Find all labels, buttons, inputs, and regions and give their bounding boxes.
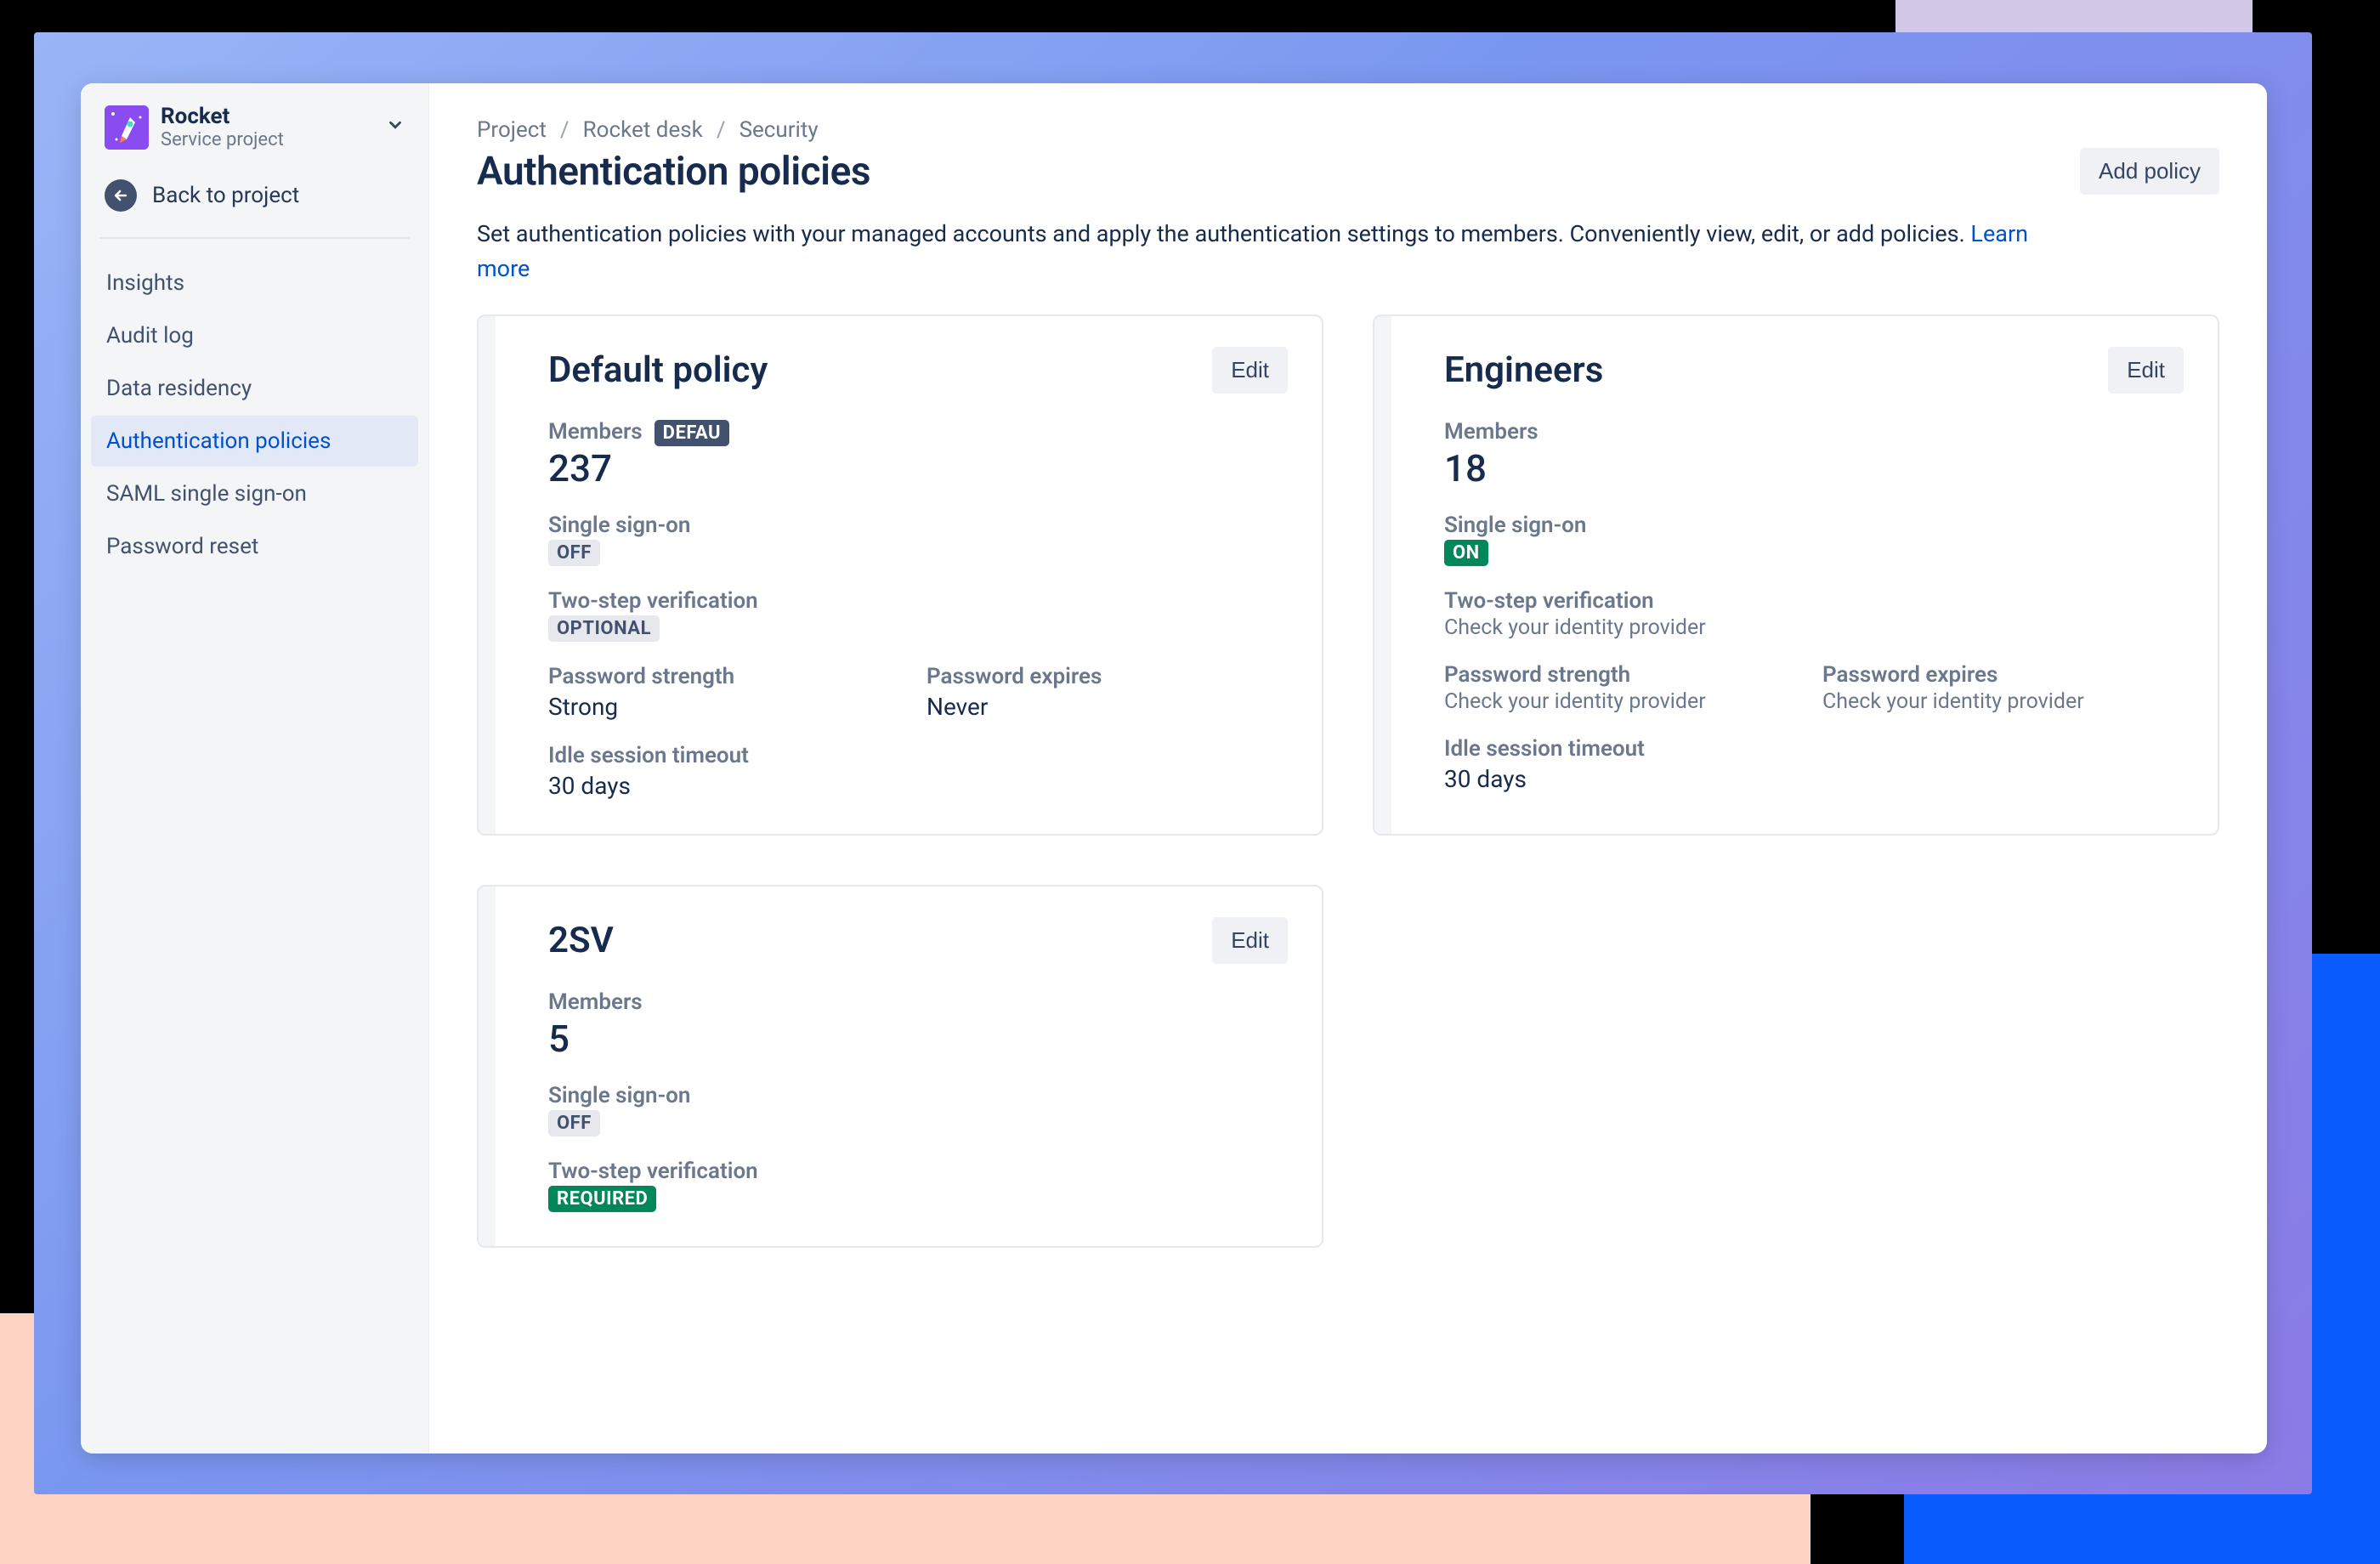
policy-title: Engineers [1444,349,1603,391]
sso-label: Single sign-on [548,1083,1288,1108]
twostep-status-badge: OPTIONAL [548,615,660,642]
sidebar-item-password-reset[interactable]: Password reset [91,521,418,572]
members-count: 5 [548,1017,1288,1061]
breadcrumb-section[interactable]: Security [740,117,819,143]
pwstrength-subtext: Check your identity provider [1444,689,1805,714]
members-label: Members [1444,419,2184,445]
add-policy-button[interactable]: Add policy [2080,148,2219,195]
sidebar-item-insights[interactable]: Insights [91,258,418,309]
sidebar-item-saml-sso[interactable]: SAML single sign-on [91,468,418,519]
breadcrumb: Project / Rocket desk / Security [477,117,2219,143]
back-to-project[interactable]: Back to project [81,157,428,237]
twostep-label: Two-step verification [548,1159,1288,1184]
breadcrumb-desk[interactable]: Rocket desk [583,117,703,143]
breadcrumb-project[interactable]: Project [477,117,547,143]
twostep-subtext: Check your identity provider [1444,615,2184,640]
sso-status-badge: OFF [548,1110,600,1136]
members-count: 18 [1444,446,2184,490]
page-title: Authentication policies [477,149,870,195]
sso-status-badge: OFF [548,540,600,566]
pwexpires-value: Never [926,693,1288,721]
sidebar-item-authentication-policies[interactable]: Authentication policies [91,416,418,467]
policy-title: Default policy [548,349,768,391]
sidebar-nav: Insights Audit log Data residency Authen… [81,258,428,572]
pwexpires-subtext: Check your identity provider [1822,689,2184,714]
pwexpires-label: Password expires [1822,662,2184,688]
sso-label: Single sign-on [548,513,1288,538]
idle-value: 30 days [1444,765,2184,793]
twostep-status-badge: REQUIRED [548,1186,656,1212]
pwexpires-label: Password expires [926,664,1288,689]
project-switcher[interactable]: Rocket Service project [81,104,428,157]
policy-card-default: Default policy Edit Members DEFAU 237 Si… [477,314,1323,836]
edit-policy-button[interactable]: Edit [1212,347,1288,394]
policy-title: 2SV [548,920,614,961]
arrow-left-icon [105,179,137,212]
policy-card-2sv: 2SV Edit Members 5 Single sign-on OFF [477,885,1323,1248]
idle-label: Idle session timeout [1444,736,2184,762]
pwstrength-label: Password strength [548,664,910,689]
chevron-down-icon [386,116,405,139]
app-window: Rocket Service project Back to project I… [81,83,2267,1454]
project-subtitle: Service project [161,129,374,150]
idle-value: 30 days [548,772,1288,800]
idle-label: Idle session timeout [548,743,1288,768]
sidebar-item-audit-log[interactable]: Audit log [91,310,418,361]
members-count: 237 [548,446,1288,490]
twostep-label: Two-step verification [1444,588,2184,614]
rocket-icon [105,105,149,150]
sso-label: Single sign-on [1444,513,2184,538]
edit-policy-button[interactable]: Edit [2108,347,2184,394]
members-label: Members [548,989,1288,1015]
sidebar-item-data-residency[interactable]: Data residency [91,363,418,414]
policy-card-engineers: Engineers Edit Members 18 Single sign-on… [1373,314,2219,836]
default-badge: DEFAU [654,420,729,446]
page-description: Set authentication policies with your ma… [477,217,2032,286]
edit-policy-button[interactable]: Edit [1212,917,1288,964]
pwstrength-label: Password strength [1444,662,1805,688]
members-label: Members [548,419,643,445]
project-name: Rocket [161,104,374,129]
sidebar: Rocket Service project Back to project I… [81,83,429,1454]
main-content: Project / Rocket desk / Security Authent… [429,83,2267,1454]
description-text: Set authentication policies with your ma… [477,220,1970,247]
sso-status-badge: ON [1444,540,1488,566]
twostep-label: Two-step verification [548,588,1288,614]
pwstrength-value: Strong [548,693,910,721]
back-label: Back to project [152,183,299,208]
